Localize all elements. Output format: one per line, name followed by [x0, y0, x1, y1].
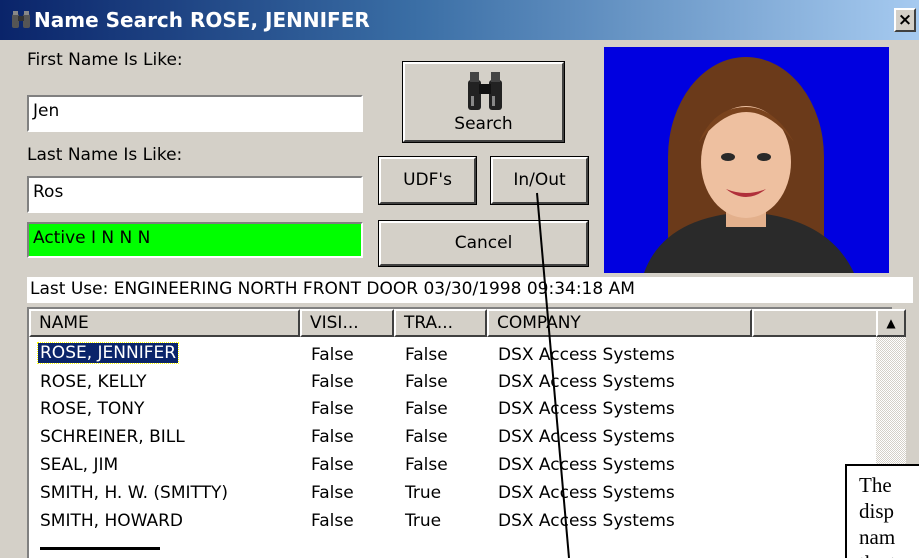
- callout-line: The: [859, 473, 892, 497]
- callout-pointer-line: [536, 192, 570, 558]
- callout-text-box: The disp nam the t: [845, 464, 919, 558]
- callout-line: nam: [859, 525, 896, 549]
- callout-line: the t: [859, 550, 919, 558]
- name-search-dialog: Name Search ROSE, JENNIFER × First Name …: [0, 0, 919, 558]
- callout-line: disp: [859, 499, 895, 523]
